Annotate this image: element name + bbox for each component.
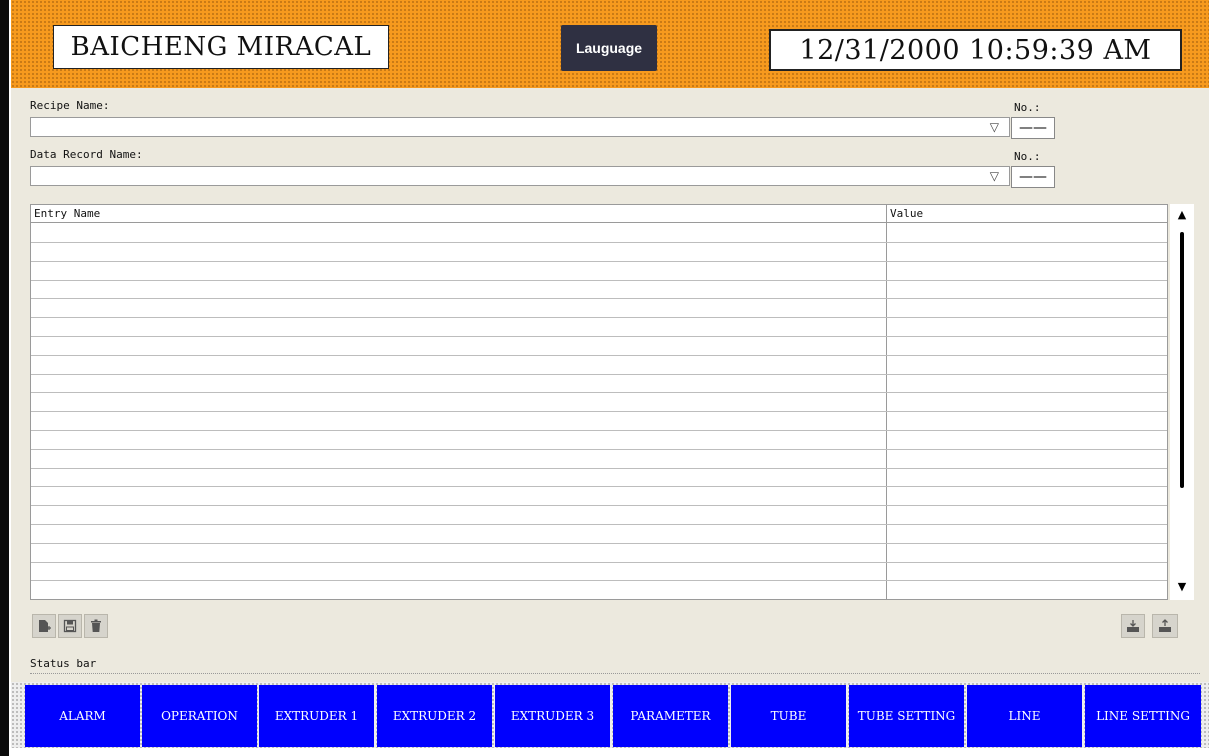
right-frame-edge (1209, 0, 1217, 756)
status-bar: Status bar (30, 656, 1200, 674)
table-row (31, 449, 1167, 450)
recipe-no-field[interactable]: —— (1011, 117, 1055, 139)
data-record-name-label: Data Record Name: (30, 148, 143, 161)
language-button[interactable]: Lauguage (561, 25, 657, 71)
datetime-display: 12/31/2000 10:59:39 AM (769, 29, 1182, 71)
table-row (31, 298, 1167, 299)
bottom-navigation: ALARM OPERATION EXTRUDER 1 EXTRUDER 2 EX… (11, 682, 1209, 748)
table-row (31, 524, 1167, 525)
data-record-no-label: No.: (1014, 150, 1041, 163)
table-row (31, 336, 1167, 337)
dropdown-arrow-icon: ▽ (989, 169, 999, 183)
import-icon (1127, 620, 1139, 632)
table-row (31, 562, 1167, 563)
scroll-thumb[interactable] (1180, 232, 1184, 488)
table-row (31, 468, 1167, 469)
table-row (31, 580, 1167, 581)
recipe-no-label: No.: (1014, 101, 1041, 114)
new-record-icon (39, 620, 51, 632)
data-record-dropdown[interactable]: ▽ (30, 166, 1010, 186)
scroll-down-icon[interactable]: ▼ (1170, 580, 1194, 596)
nav-tube-button[interactable]: TUBE (731, 685, 846, 747)
table-row (31, 261, 1167, 262)
table-row (31, 317, 1167, 318)
new-record-button[interactable] (32, 614, 56, 638)
table-row (31, 411, 1167, 412)
delete-record-button[interactable] (84, 614, 108, 638)
nav-extruder-1-button[interactable]: EXTRUDER 1 (259, 685, 374, 747)
nav-extruder-2-button[interactable]: EXTRUDER 2 (377, 685, 492, 747)
save-icon (63, 619, 77, 633)
table-row (31, 486, 1167, 487)
header-bar: BAICHENG MIRACAL Lauguage 12/31/2000 10:… (11, 0, 1209, 88)
save-record-button[interactable] (58, 614, 82, 638)
table-row (31, 374, 1167, 375)
table-row (31, 505, 1167, 506)
recipe-name-label: Recipe Name: (30, 99, 110, 112)
nav-alarm-button[interactable]: ALARM (25, 685, 140, 747)
table-row (31, 543, 1167, 544)
dropdown-arrow-icon: ▽ (989, 120, 999, 134)
column-header-entry-name[interactable]: Entry Name (31, 205, 100, 222)
data-record-no-field[interactable]: —— (1011, 166, 1055, 188)
table-row (31, 280, 1167, 281)
scroll-up-icon[interactable]: ▲ (1170, 208, 1194, 224)
table-row (31, 392, 1167, 393)
column-header-value[interactable]: Value (887, 205, 923, 222)
left-frame-edge (0, 0, 9, 756)
nav-parameter-button[interactable]: PARAMETER (613, 685, 728, 747)
nav-extruder-3-button[interactable]: EXTRUDER 3 (495, 685, 610, 747)
table-row (31, 355, 1167, 356)
status-bar-text: Status bar (30, 657, 97, 670)
column-divider (886, 205, 887, 599)
nav-operation-button[interactable]: OPERATION (142, 685, 257, 747)
import-button[interactable] (1121, 614, 1145, 638)
hmi-screen: BAICHENG MIRACAL Lauguage 12/31/2000 10:… (11, 0, 1209, 748)
nav-line-button[interactable]: LINE (967, 685, 1082, 747)
table-row (31, 430, 1167, 431)
export-icon (1159, 619, 1171, 632)
brand-title: BAICHENG MIRACAL (53, 25, 389, 69)
export-button[interactable] (1152, 614, 1178, 638)
recipe-name-dropdown[interactable]: ▽ (30, 117, 1010, 137)
table-header: Entry Name Value (31, 205, 1167, 223)
recipe-entry-table[interactable]: Entry Name Value (30, 204, 1168, 600)
nav-tube-setting-button[interactable]: TUBE SETTING (849, 685, 964, 747)
nav-line-setting-button[interactable]: LINE SETTING (1085, 685, 1201, 747)
table-scrollbar[interactable]: ▲ ▼ (1170, 204, 1194, 600)
table-row (31, 242, 1167, 243)
delete-icon (91, 619, 101, 632)
